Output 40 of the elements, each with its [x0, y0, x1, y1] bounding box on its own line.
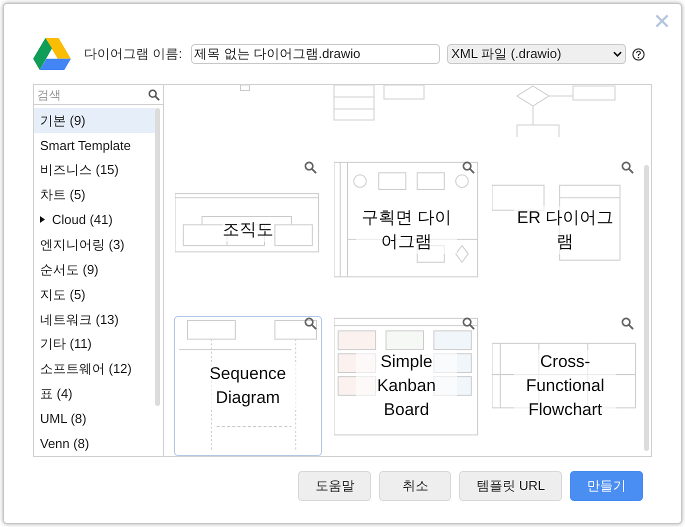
category-item[interactable]: 네트워크 (13) — [34, 306, 155, 332]
template-card[interactable]: Simple Kanban Board — [332, 316, 480, 456]
chevron-down-icon — [613, 51, 622, 57]
category-item[interactable]: 엔지니어링 (3) — [34, 232, 155, 258]
category-item[interactable]: Venn (8) — [34, 431, 155, 456]
zoom-search-icon[interactable] — [304, 317, 317, 330]
category-item[interactable]: 기본 (9) — [34, 108, 155, 133]
category-item[interactable]: Smart Template — [34, 132, 155, 158]
category-item[interactable]: 기타 (11) — [34, 332, 155, 357]
zoom-search-icon[interactable] — [621, 161, 634, 174]
category-item[interactable]: 소프트웨어 (12) — [34, 356, 155, 382]
scrollbar[interactable] — [644, 165, 649, 451]
expand-arrow-icon[interactable] — [40, 216, 45, 224]
template-card[interactable]: 구획면 다이어그램 — [332, 160, 480, 300]
category-item[interactable]: 지도 (5) — [34, 282, 155, 307]
zoom-search-icon[interactable] — [462, 161, 476, 174]
help-icon[interactable] — [632, 48, 646, 60]
diagram-name-field[interactable]: 제목 없는 다이어그램.drawio — [191, 44, 440, 64]
zoom-search-icon[interactable] — [304, 161, 317, 174]
zoom-search-icon[interactable] — [462, 317, 476, 330]
category-item[interactable]: 비즈니스 (15) — [34, 158, 155, 183]
dialog-button[interactable]: 템플릿 URL — [459, 471, 562, 501]
dialog-button[interactable]: 도움말 — [298, 471, 372, 501]
category-item[interactable]: Cloud (41) — [34, 207, 155, 232]
category-item[interactable]: 순서도 (9) — [34, 257, 155, 282]
category-item[interactable]: 표 (4) — [34, 381, 155, 406]
search-field[interactable]: 검색 — [37, 86, 148, 104]
template-card[interactable]: 조직도 — [174, 160, 322, 300]
category-item[interactable]: UML (8) — [34, 406, 155, 432]
diagram-name-label: 다이어그램 이름: — [84, 45, 182, 64]
template-card[interactable]: Cross-Functional Flowchart — [491, 316, 639, 456]
zoom-search-icon[interactable] — [621, 317, 634, 330]
template-card[interactable]: Sequence Diagram — [174, 316, 322, 456]
template-card[interactable]: ER 다이어그램 — [491, 160, 639, 300]
drive-logo-icon — [33, 37, 71, 71]
format-dropdown[interactable]: XML 파일 (.drawio) — [447, 44, 626, 64]
search-icon — [148, 88, 160, 100]
category-item[interactable]: 차트 (5) — [34, 182, 155, 208]
scrollbar[interactable] — [155, 108, 160, 406]
dialog-button[interactable]: 취소 — [379, 471, 452, 501]
